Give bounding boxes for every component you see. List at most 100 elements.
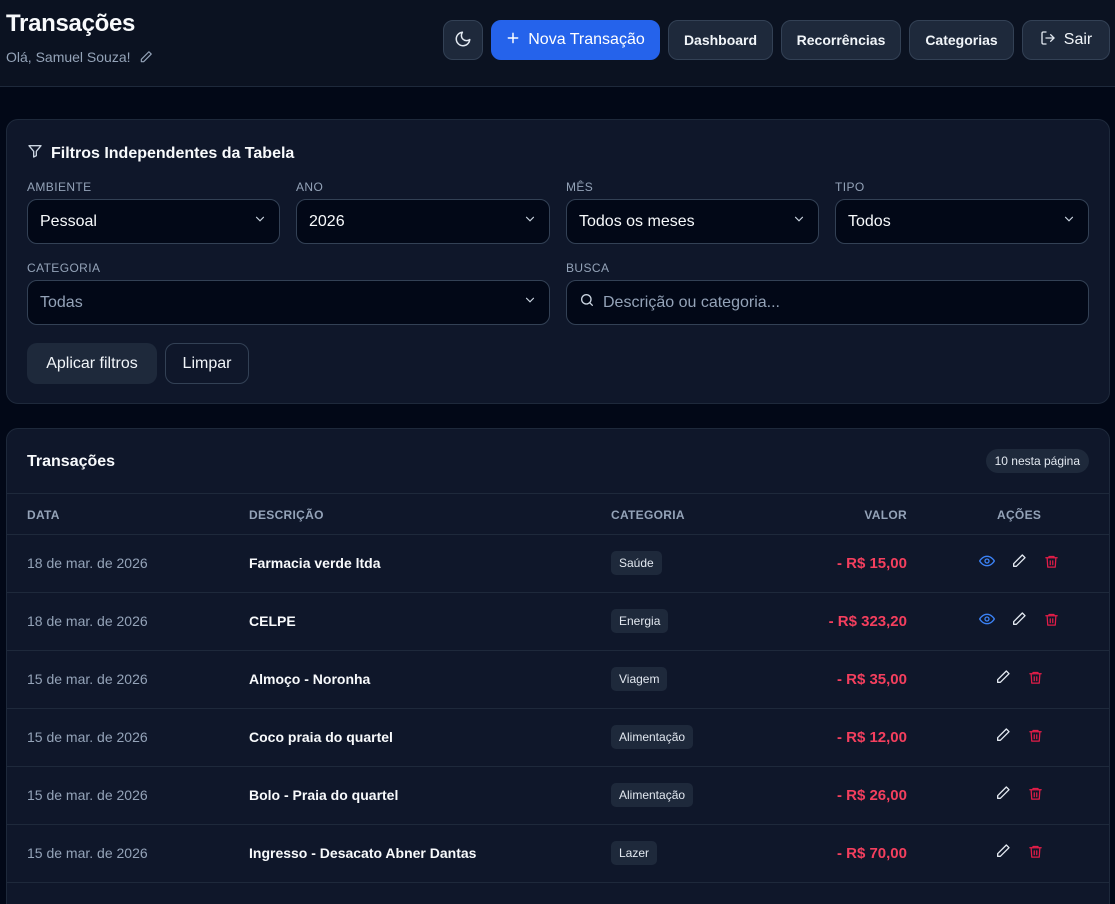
table-header: DATA DESCRIÇÃO CATEGORIA VALOR AÇÕES: [7, 493, 1109, 535]
row-actions: [978, 552, 1060, 570]
row-date: 15 de mar. de 2026: [27, 671, 148, 687]
row-value: - R$ 323,20: [828, 613, 907, 630]
table-row: 18 de mar. de 2026 Farmacia verde ltda Saú…: [7, 535, 1109, 593]
type-select[interactable]: Todos: [835, 199, 1089, 244]
dashboard-button[interactable]: Dashboard: [668, 20, 773, 60]
category-select[interactable]: Todas: [27, 280, 550, 325]
row-category-badge: Alimentação: [611, 725, 694, 749]
month-select[interactable]: Todos os meses: [566, 199, 819, 244]
greeting-text: Olá, Samuel Souza!: [6, 49, 131, 65]
year-label: ANO: [296, 180, 324, 194]
trash-icon[interactable]: [1042, 552, 1060, 570]
edit-name-pencil-icon[interactable]: [139, 50, 153, 64]
search-label: BUSCA: [566, 261, 610, 275]
pencil-icon[interactable]: [1010, 552, 1028, 570]
pencil-icon[interactable]: [994, 726, 1012, 744]
row-date: 15 de mar. de 2026: [27, 729, 148, 745]
page-count-badge: 10 nesta página: [985, 449, 1089, 473]
column-description: DESCRIÇÃO: [249, 508, 324, 522]
table-row: 18 de mar. de 2026 CELPE Energia - R$ 323,2…: [7, 593, 1109, 651]
table-row: 15 de mar. de 2026 Bolo - Praia do quarte…: [7, 767, 1109, 825]
row-description: Coco praia do quartel: [249, 729, 393, 745]
row-date: 15 de mar. de 2026: [27, 845, 148, 861]
type-label: TIPO: [835, 180, 865, 194]
search-icon: [579, 292, 595, 313]
chevron-down-icon: [792, 212, 806, 231]
trash-icon[interactable]: [1026, 842, 1044, 860]
table-row: 15 de mar. de 2026 Ingresso - Desacato Ab…: [7, 825, 1109, 883]
row-description: CELPE: [249, 613, 296, 629]
column-date: DATA: [27, 508, 60, 522]
row-value: - R$ 12,00: [836, 729, 907, 746]
chevron-down-icon: [1062, 212, 1076, 231]
search-box: [566, 280, 1089, 325]
trash-icon[interactable]: [1026, 668, 1044, 686]
new-transaction-label: Nova Transação: [528, 31, 645, 48]
row-actions: [994, 842, 1044, 860]
row-actions: [994, 668, 1044, 686]
column-value: VALOR: [864, 508, 907, 522]
column-category: CATEGORIA: [611, 508, 685, 522]
chevron-down-icon: [253, 212, 267, 231]
eye-icon[interactable]: [978, 610, 996, 628]
trash-icon[interactable]: [1042, 610, 1060, 628]
pencil-icon[interactable]: [994, 784, 1012, 802]
month-value: Todos os meses: [579, 212, 695, 230]
chevron-down-icon: [523, 293, 537, 312]
pencil-icon[interactable]: [994, 842, 1012, 860]
app-header: Transações Olá, Samuel Souza! Nova Trans…: [0, 0, 1115, 87]
row-description: Farmacia verde ltda: [249, 555, 381, 571]
eye-icon[interactable]: [978, 552, 996, 570]
row-value: - R$ 26,00: [836, 787, 907, 804]
theme-toggle-button[interactable]: [443, 20, 483, 60]
row-category-badge: Alimentação: [611, 783, 694, 807]
pencil-icon[interactable]: [1010, 610, 1028, 628]
moon-icon: [454, 30, 472, 51]
transactions-title: Transações: [27, 453, 116, 470]
filters-card: Filtros Independentes da Tabela AMBIENTE…: [6, 119, 1110, 404]
row-actions: [978, 610, 1060, 628]
apply-filters-button[interactable]: Aplicar filtros: [27, 343, 157, 384]
transactions-card: Transações 10 nesta página DATA DESCRIÇÃ…: [6, 428, 1110, 904]
row-category-badge: Lazer: [611, 841, 658, 865]
row-value: - R$ 15,00: [836, 555, 907, 572]
search-input[interactable]: [603, 293, 1063, 312]
logout-icon: [1040, 30, 1056, 51]
trash-icon[interactable]: [1026, 784, 1044, 802]
new-transaction-button[interactable]: Nova Transação: [491, 20, 660, 60]
trash-icon[interactable]: [1026, 726, 1044, 744]
year-value: 2026: [309, 212, 345, 230]
row-value: - R$ 35,00: [836, 671, 907, 688]
categories-button[interactable]: Categorias: [909, 20, 1014, 60]
environment-select[interactable]: Pessoal: [27, 199, 280, 244]
row-actions: [994, 726, 1044, 744]
row-value: - R$ 70,00: [836, 845, 907, 862]
pencil-icon[interactable]: [994, 668, 1012, 686]
clear-filters-button[interactable]: Limpar: [165, 343, 249, 384]
recurrences-button[interactable]: Recorrências: [781, 20, 901, 60]
table-row: 15 de mar. de 2026 Almoço - Noronha Viagem…: [7, 651, 1109, 709]
row-description: Ingresso - Desacato Abner Dantas: [249, 845, 477, 861]
logout-label: Sair: [1063, 31, 1093, 48]
filters-title-text: Filtros Independentes da Tabela: [51, 144, 295, 162]
year-select[interactable]: 2026: [296, 199, 550, 244]
row-description: Almoço - Noronha: [249, 671, 371, 687]
type-value: Todos: [848, 212, 891, 230]
chevron-down-icon: [523, 212, 537, 231]
page-title: Transações: [6, 10, 136, 37]
user-greeting: Olá, Samuel Souza!: [6, 49, 153, 65]
table-row: 15 de mar. de 2026 Coco praia do quartel A…: [7, 709, 1109, 767]
month-label: MÊS: [566, 180, 594, 194]
row-description: Bolo - Praia do quartel: [249, 787, 399, 803]
logout-button[interactable]: Sair: [1022, 20, 1110, 60]
row-category-badge: Energia: [611, 609, 669, 633]
row-date: 18 de mar. de 2026: [27, 555, 148, 571]
filter-icon: [27, 143, 43, 164]
environment-value: Pessoal: [40, 212, 97, 230]
row-actions: [994, 784, 1044, 802]
row-category-badge: Saúde: [611, 551, 662, 575]
category-value: Todas: [40, 293, 83, 311]
row-category-badge: Viagem: [611, 667, 668, 691]
filters-title: Filtros Independentes da Tabela: [27, 143, 294, 164]
category-label: CATEGORIA: [27, 261, 101, 275]
